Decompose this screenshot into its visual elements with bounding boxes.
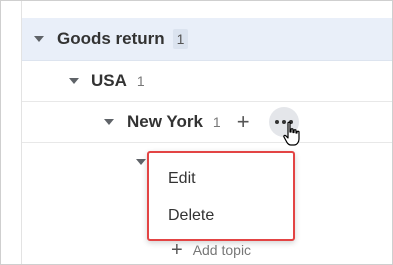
menu-item-edit[interactable]: Edit [149,163,293,200]
caret-down-icon[interactable] [136,159,146,165]
caret-down-icon[interactable] [69,78,79,84]
caret-down-icon[interactable] [104,119,114,125]
plus-icon[interactable]: + [237,111,250,133]
tree-label-goods-return: Goods return [57,29,165,48]
add-topic-label: Add topic [192,242,252,258]
tree-panel: Goods return 1 USA 1 New York 1 + Edit D… [0,0,393,265]
hand-cursor-icon [283,121,300,146]
tree-row-new-york[interactable]: New York 1 + [22,102,392,143]
menu-item-delete[interactable]: Delete [149,200,293,237]
caret-down-icon[interactable] [34,36,44,42]
add-topic-button[interactable]: + Add topic [171,240,251,260]
tree-label-usa: USA [91,71,127,90]
tree-count-goods-return: 1 [172,29,189,49]
more-horizontal-icon [275,120,279,124]
tree-count-usa: 1 [136,73,145,89]
tree-label-new-york: New York [127,112,203,131]
context-menu: Edit Delete [147,151,295,241]
plus-icon: + [171,239,183,261]
tree-count-new-york: 1 [212,114,221,130]
tree-row-usa[interactable]: USA 1 [22,61,392,102]
tree-row-goods-return[interactable]: Goods return 1 [22,18,392,61]
